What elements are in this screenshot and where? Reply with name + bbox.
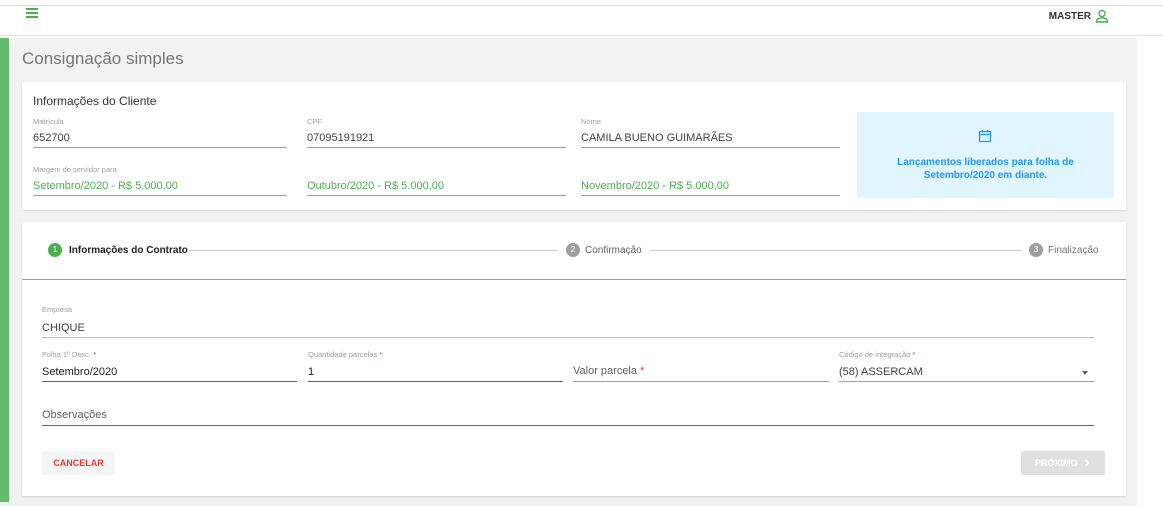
margem-value-2: Outubro/2020 - R$ 5.000,00 [307,180,444,192]
top-bar: MASTER [0,0,1163,36]
step-connector-2 [650,250,1022,251]
release-info-text: Lançamentos liberados para folha de Sete… [897,157,1074,181]
cpf-field: CPF 07095191921 [307,117,566,148]
matricula-field: Matrícula 652700 [33,117,287,148]
page-title: Consignação simples [22,49,184,68]
parcelas-label: Quantidade parcelas * [308,350,383,359]
user-name: MASTER [1048,10,1091,22]
chevron-down-icon[interactable] [1082,371,1088,375]
margem-value-3: Novembro/2020 - R$ 5.000,00 [581,180,729,192]
right-gutter [1137,38,1163,506]
next-button[interactable]: PRÓXIMO [1021,451,1105,475]
observacoes-input[interactable]: Observações [42,400,1094,426]
valor-parcela-placeholder: Valor parcela * [573,365,645,377]
folha-value: Setembro/2020 [42,366,118,378]
step-3-label: Finalização [1048,245,1099,256]
matricula-label: Matrícula [33,117,64,126]
observacoes-placeholder: Observações [42,409,107,421]
codigo-integracao-select[interactable]: Código de integração * (58) ASSERCAM [839,350,1094,382]
chevron-right-icon [1084,459,1090,467]
cpf-value: 07095191921 [307,132,375,144]
valor-parcela-input[interactable]: Valor parcela * [573,350,829,382]
codigo-label: Código de integração * [839,350,916,359]
stepper-divider [22,279,1126,280]
step-connector-1 [187,250,558,251]
step-2-label: Confirmação [585,245,642,256]
calendar-icon [978,130,992,143]
user-icon [1095,9,1109,23]
top-divider [0,5,1163,6]
empresa-value: CHIQUE [42,322,85,334]
matricula-value: 652700 [33,132,70,144]
user-menu[interactable]: MASTER [1049,9,1109,23]
step-3-indicator: 3 [1029,243,1043,257]
folha-field[interactable]: Folha 1º Desc. * Setembro/2020 [42,350,297,382]
empresa-label: Empresa [42,305,73,314]
margem-field-3: Novembro/2020 - R$ 5.000,00 [581,165,840,196]
step-1-indicator: 1 [48,243,62,257]
client-info-title: Informações do Cliente [33,94,157,108]
side-accent-bar [0,38,9,502]
margem-label: Margem do servidor para [33,165,117,174]
step-2-indicator: 2 [566,243,580,257]
nome-field: Nome CAMILA BUENO GUIMARÃES [581,117,840,148]
cancel-button[interactable]: CANCELAR [42,451,115,475]
margem-value-1: Setembro/2020 - R$ 5.000,00 [33,180,178,192]
folha-label: Folha 1º Desc. * [42,350,97,359]
nome-value: CAMILA BUENO GUIMARÃES [581,132,733,144]
next-button-label: PRÓXIMO [1034,458,1078,468]
parcelas-value: 1 [308,366,315,378]
menu-icon[interactable] [26,8,40,18]
parcelas-field[interactable]: Quantidade parcelas * 1 [308,350,563,382]
step-1-label: Informações do Contrato [69,245,188,256]
margem-field-2: Outubro/2020 - R$ 5.000,00 [307,165,566,196]
nome-label: Nome [581,117,602,126]
codigo-value: (58) ASSERCAM [839,366,923,378]
margem-field-1: Margem do servidor para Setembro/2020 - … [33,165,287,196]
cpf-label: CPF [307,117,322,126]
release-info-box: Lançamentos liberados para folha de Sete… [857,112,1114,198]
empresa-field[interactable]: Empresa CHIQUE [42,305,1094,338]
